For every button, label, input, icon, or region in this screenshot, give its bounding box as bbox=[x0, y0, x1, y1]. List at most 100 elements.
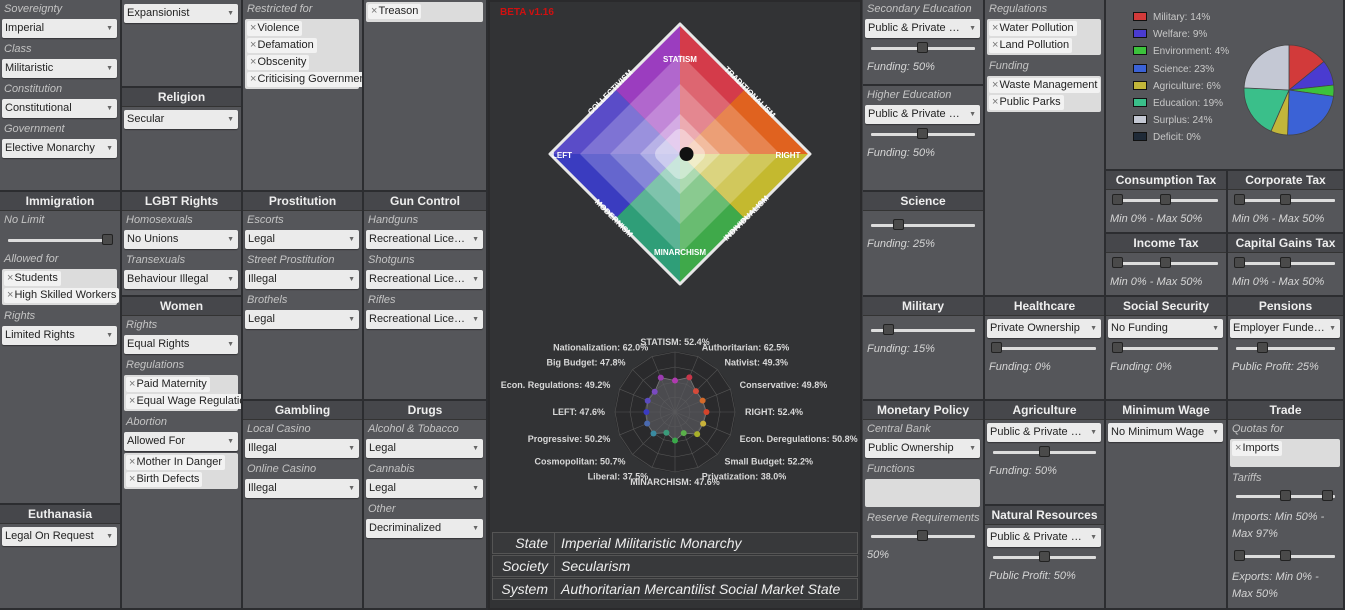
export-tariff-slider[interactable] bbox=[1234, 548, 1337, 564]
social-security-select[interactable]: No Funding ▼ bbox=[1108, 319, 1223, 338]
slider-thumb[interactable] bbox=[1112, 342, 1123, 353]
slider-thumb[interactable] bbox=[917, 128, 928, 139]
tag-violence[interactable]: ×Violence bbox=[247, 21, 303, 36]
brothels-select[interactable]: Legal ▼ bbox=[245, 310, 359, 329]
slider-thumb-min[interactable] bbox=[1234, 194, 1245, 205]
consumption-tax-slider[interactable] bbox=[1112, 192, 1220, 208]
local-casino-select[interactable]: Illegal ▼ bbox=[245, 439, 359, 458]
remove-icon[interactable]: × bbox=[129, 473, 135, 485]
slider-thumb[interactable] bbox=[917, 530, 928, 541]
alcohol-select[interactable]: Legal ▼ bbox=[366, 439, 483, 458]
tag-students[interactable]: ×Students bbox=[4, 271, 61, 286]
remove-icon[interactable]: × bbox=[129, 456, 135, 468]
slider-thumb-min[interactable] bbox=[1234, 257, 1245, 268]
social-security-slider[interactable] bbox=[1112, 340, 1220, 356]
religion-select[interactable]: Secular ▼ bbox=[124, 110, 238, 129]
remove-icon[interactable]: × bbox=[371, 5, 377, 17]
higher-funding-slider[interactable] bbox=[869, 126, 977, 142]
slider-thumb-max[interactable] bbox=[1160, 257, 1171, 268]
natural-resources-select[interactable]: Public & Private Ownership▼ bbox=[987, 528, 1101, 547]
tag-imports[interactable]: ×Imports bbox=[1232, 441, 1283, 456]
rifles-select[interactable]: Recreational Licence ▼ bbox=[366, 310, 483, 329]
remove-icon[interactable]: × bbox=[250, 56, 256, 68]
corporate-tax-slider[interactable] bbox=[1234, 192, 1337, 208]
pensions-slider[interactable] bbox=[1234, 340, 1337, 356]
other-drugs-select[interactable]: Decriminalized ▼ bbox=[366, 519, 483, 538]
immigration-slider[interactable] bbox=[6, 232, 114, 248]
capital-gains-tax-slider[interactable] bbox=[1234, 255, 1337, 271]
slider-thumb[interactable] bbox=[991, 342, 1002, 353]
remove-icon[interactable]: × bbox=[129, 378, 135, 390]
remove-icon[interactable]: × bbox=[250, 73, 256, 85]
immigrant-rights-select[interactable]: Limited Rights ▼ bbox=[2, 326, 117, 345]
tag-water-pollution[interactable]: ×Water Pollution bbox=[989, 21, 1077, 36]
slider-thumb-max[interactable] bbox=[1279, 257, 1291, 268]
remove-icon[interactable]: × bbox=[992, 22, 998, 34]
homosexuals-select[interactable]: No Unions ▼ bbox=[124, 230, 238, 249]
remove-icon[interactable]: × bbox=[250, 39, 256, 51]
restricted-tags[interactable]: ×Violence ×Defamation ×Obscenity ×Critic… bbox=[245, 19, 362, 89]
tag-waste-management[interactable]: ×Waste Management bbox=[989, 78, 1101, 93]
remove-icon[interactable]: × bbox=[129, 395, 135, 407]
cannabis-select[interactable]: Legal ▼ bbox=[366, 479, 483, 498]
online-casino-select[interactable]: Illegal ▼ bbox=[245, 479, 359, 498]
quotas-tags[interactable]: ×Imports bbox=[1230, 439, 1340, 467]
slider-thumb-min[interactable] bbox=[1112, 257, 1123, 268]
income-tax-slider[interactable] bbox=[1112, 255, 1220, 271]
tag-mother-in-danger[interactable]: ×Mother In Danger bbox=[126, 455, 226, 470]
higher-education-select[interactable]: Public & Private Ownership▼ bbox=[865, 105, 980, 124]
women-rights-select[interactable]: Equal Rights ▼ bbox=[124, 335, 238, 354]
healthcare-funding-slider[interactable] bbox=[991, 340, 1098, 356]
treason-tags[interactable]: ×Treason bbox=[366, 2, 483, 22]
remove-icon[interactable]: × bbox=[1235, 442, 1241, 454]
tag-land-pollution[interactable]: ×Land Pollution bbox=[989, 38, 1073, 53]
slider-thumb-min[interactable] bbox=[1234, 550, 1245, 561]
environment-funding-tags[interactable]: ×Waste Management ×Public Parks bbox=[987, 76, 1101, 112]
healthcare-select[interactable]: Private Ownership ▼ bbox=[987, 319, 1101, 338]
slider-thumb-max[interactable] bbox=[1322, 490, 1334, 501]
transexuals-select[interactable]: Behaviour Illegal ▼ bbox=[124, 270, 238, 289]
class-select[interactable]: Militaristic ▼ bbox=[2, 59, 117, 78]
women-regulations-tags[interactable]: ×Paid Maternity ×Equal Wage Regulations bbox=[124, 375, 241, 411]
slider-thumb[interactable] bbox=[1038, 551, 1050, 562]
natural-resources-slider[interactable] bbox=[991, 549, 1098, 565]
sovereignty-select[interactable]: Imperial ▼ bbox=[2, 19, 117, 38]
abortion-tags[interactable]: ×Mother In Danger ×Birth Defects bbox=[124, 453, 238, 489]
slider-thumb[interactable] bbox=[1038, 446, 1050, 457]
military-funding-slider[interactable] bbox=[869, 322, 977, 338]
tag-birth-defects[interactable]: ×Birth Defects bbox=[126, 472, 203, 487]
tag-paid-maternity[interactable]: ×Paid Maternity bbox=[126, 377, 210, 392]
secondary-education-select[interactable]: Public & Private Ownership▼ bbox=[865, 19, 980, 38]
agriculture-select[interactable]: Public & Private Ownership▼ bbox=[987, 423, 1101, 442]
constitution-select[interactable]: Constitutional ▼ bbox=[2, 99, 117, 118]
tag-public-parks[interactable]: ×Public Parks bbox=[989, 95, 1064, 110]
slider-thumb[interactable] bbox=[1256, 342, 1268, 353]
environment-regulations-tags[interactable]: ×Water Pollution ×Land Pollution bbox=[987, 19, 1101, 55]
remove-icon[interactable]: × bbox=[992, 79, 998, 91]
remove-icon[interactable]: × bbox=[7, 272, 13, 284]
slider-thumb[interactable] bbox=[102, 234, 113, 245]
tag-high-skilled-workers[interactable]: ×High Skilled Workers bbox=[4, 288, 120, 303]
escorts-select[interactable]: Legal ▼ bbox=[245, 230, 359, 249]
remove-icon[interactable]: × bbox=[992, 96, 998, 108]
slider-thumb[interactable] bbox=[893, 219, 904, 230]
tag-defamation[interactable]: ×Defamation bbox=[247, 38, 317, 53]
tag-equal-wage[interactable]: ×Equal Wage Regulations bbox=[126, 394, 241, 409]
remove-icon[interactable]: × bbox=[7, 289, 13, 301]
allowed-for-tags[interactable]: ×Students ×High Skilled Workers bbox=[2, 269, 120, 305]
slider-thumb-min[interactable] bbox=[1112, 194, 1123, 205]
slider-thumb-max[interactable] bbox=[1279, 550, 1291, 561]
slider-thumb-max[interactable] bbox=[1279, 194, 1291, 205]
expansion-select[interactable]: Expansionist ▼ bbox=[124, 4, 238, 23]
slider-thumb-min[interactable] bbox=[1279, 490, 1291, 501]
remove-icon[interactable]: × bbox=[992, 39, 998, 51]
tag-treason[interactable]: ×Treason bbox=[368, 4, 422, 19]
abortion-select[interactable]: Allowed For ▼ bbox=[124, 432, 238, 451]
central-bank-select[interactable]: Public Ownership ▼ bbox=[865, 439, 980, 458]
science-funding-slider[interactable] bbox=[869, 217, 977, 233]
secondary-funding-slider[interactable] bbox=[869, 40, 977, 56]
tag-criticising-government[interactable]: ×Criticising Government bbox=[247, 72, 362, 87]
agriculture-funding-slider[interactable] bbox=[991, 444, 1098, 460]
government-select[interactable]: Elective Monarchy ▼ bbox=[2, 139, 117, 158]
import-tariff-slider[interactable] bbox=[1234, 488, 1337, 504]
